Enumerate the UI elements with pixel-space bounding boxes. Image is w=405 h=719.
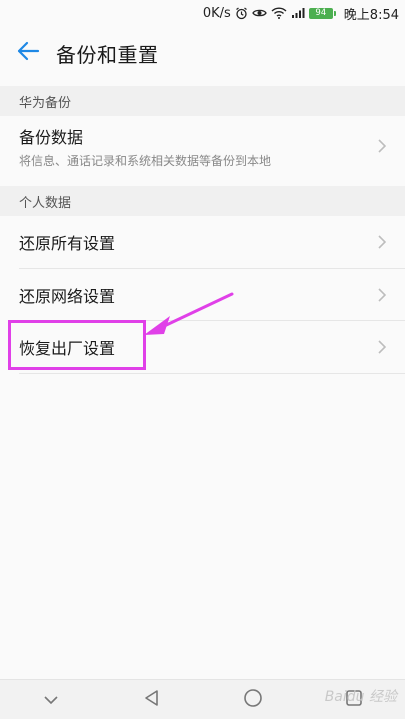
nav-hide-button[interactable] <box>31 680 71 719</box>
home-circle-icon <box>243 688 263 712</box>
clock: 晚上8:54 <box>343 7 399 23</box>
net-speed: 0K/s <box>202 5 231 21</box>
chevron-down-icon <box>43 690 59 709</box>
list-item-title: 恢复出厂设置 <box>19 339 116 358</box>
signal-icon <box>291 6 305 20</box>
list-item-reset-all-settings[interactable]: 还原所有设置 <box>0 216 405 268</box>
list-item-text: 备份数据 将信息、通话记录和系统相关数据等备份到本地 <box>19 124 271 169</box>
arrow-left-icon <box>16 41 40 65</box>
eye-icon <box>252 6 267 20</box>
chevron-right-icon <box>377 138 387 154</box>
chevron-right-icon <box>377 287 387 303</box>
back-button[interactable] <box>0 26 56 80</box>
list-item-title: 备份数据 <box>19 127 84 147</box>
list-item-backup-data[interactable]: 备份数据 将信息、通话记录和系统相关数据等备份到本地 <box>0 116 405 176</box>
nav-back-button[interactable] <box>132 680 172 719</box>
divider <box>19 373 405 374</box>
wifi-icon <box>271 6 287 20</box>
section-header-personal-data: 个人数据 <box>0 186 405 216</box>
list-item-title: 还原所有设置 <box>19 234 116 253</box>
list-item-subtitle: 将信息、通话记录和系统相关数据等备份到本地 <box>19 153 272 168</box>
nav-recents-button[interactable] <box>334 680 374 719</box>
battery-icon: 94 <box>308 7 336 19</box>
chevron-right-icon <box>377 339 387 355</box>
page-title: 备份和重置 <box>56 42 159 67</box>
status-bar: 0K/s 94 晚上8:54 <box>0 0 405 26</box>
app-header: 备份和重置 <box>0 26 405 80</box>
system-nav-bar <box>0 679 405 719</box>
recents-square-icon <box>345 689 363 711</box>
section-header-huawei-backup: 华为备份 <box>0 86 405 116</box>
settings-screen: 0K/s 94 晚上8:54 备份和重置 华为备份 备份数据 将信息、通话记录和… <box>0 0 405 719</box>
alarm-icon <box>235 6 248 20</box>
nav-home-button[interactable] <box>233 680 273 719</box>
list-item-reset-network-settings[interactable]: 还原网络设置 <box>0 269 405 320</box>
chevron-right-icon <box>377 234 387 250</box>
list-item-title: 还原网络设置 <box>19 286 116 306</box>
list-item-factory-reset[interactable]: 恢复出厂设置 <box>0 321 405 373</box>
back-triangle-icon <box>143 689 161 711</box>
